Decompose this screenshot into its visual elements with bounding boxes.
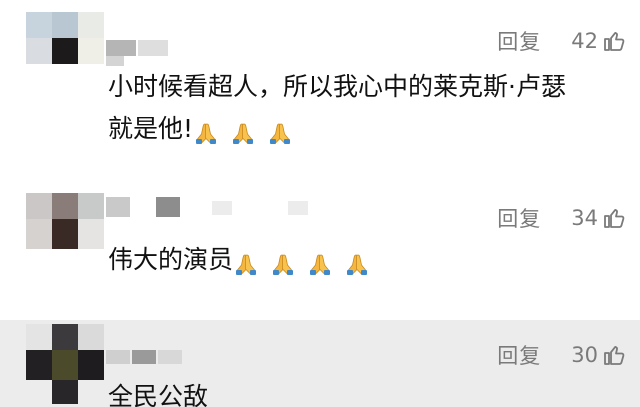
like-count: 34: [571, 206, 598, 230]
like-button[interactable]: 30: [571, 343, 626, 367]
username-redacted: [158, 350, 182, 364]
username-redacted: [132, 350, 156, 364]
comment-text: 全民公敌: [108, 376, 608, 407]
reply-button[interactable]: 回复: [497, 340, 541, 370]
comment-item: 回复 42 小时候看超人，所以我心中的莱克斯·卢瑟 就是他!: [0, 0, 640, 175]
username-redacted: [106, 197, 130, 217]
thumbs-up-icon: [602, 343, 626, 367]
like-count: 42: [571, 29, 598, 53]
like-count: 30: [571, 343, 598, 367]
avatar[interactable]: [26, 193, 104, 253]
folded-hands-icon: [309, 254, 330, 275]
comment-text: 小时候看超人，所以我心中的莱克斯·卢瑟 就是他!: [108, 66, 608, 153]
like-button[interactable]: 34: [571, 206, 626, 230]
comment-feed: 回复 42 小时候看超人，所以我心中的莱克斯·卢瑟 就是他! 回复 34 伟大的…: [0, 0, 640, 407]
comment-text-line: 伟大的演员: [108, 239, 608, 284]
folded-hands-icon: [196, 123, 217, 144]
folded-hands-icon: [236, 254, 257, 275]
comment-meta: 回复 42: [497, 26, 626, 56]
thumbs-up-icon: [602, 29, 626, 53]
comment-text-fragment: 就是他!: [108, 114, 194, 143]
avatar[interactable]: [26, 12, 104, 72]
folded-hands-icon: [232, 123, 253, 144]
avatar[interactable]: [26, 324, 104, 404]
username-redacted: [106, 40, 136, 56]
emoji-row: [193, 111, 296, 153]
comment-text-fragment: 伟大的演员: [108, 245, 234, 274]
folded-hands-icon: [272, 254, 293, 275]
username-redacted: [106, 350, 130, 364]
username-redacted: [156, 197, 180, 217]
username-redacted: [138, 40, 168, 56]
comment-meta: 回复 34: [497, 203, 626, 233]
comment-item: 回复 30 全民公敌: [0, 320, 640, 407]
like-button[interactable]: 42: [571, 29, 626, 53]
comment-text-line: 小时候看超人，所以我心中的莱克斯·卢瑟: [108, 72, 566, 101]
comment-text-line: 就是他!: [108, 108, 608, 153]
username-redacted: [288, 201, 308, 215]
reply-button[interactable]: 回复: [497, 26, 541, 56]
username-redacted: [212, 201, 232, 215]
thumbs-up-icon: [602, 206, 626, 230]
comment-item: 回复 34 伟大的演员: [0, 175, 640, 320]
folded-hands-icon: [346, 254, 367, 275]
username-redacted: [106, 56, 124, 66]
reply-button[interactable]: 回复: [497, 203, 541, 233]
emoji-row: [233, 242, 373, 284]
comment-meta: 回复 30: [497, 340, 626, 370]
comment-text-line: 全民公敌: [108, 382, 209, 407]
comment-text: 伟大的演员: [108, 239, 608, 284]
folded-hands-icon: [269, 123, 290, 144]
